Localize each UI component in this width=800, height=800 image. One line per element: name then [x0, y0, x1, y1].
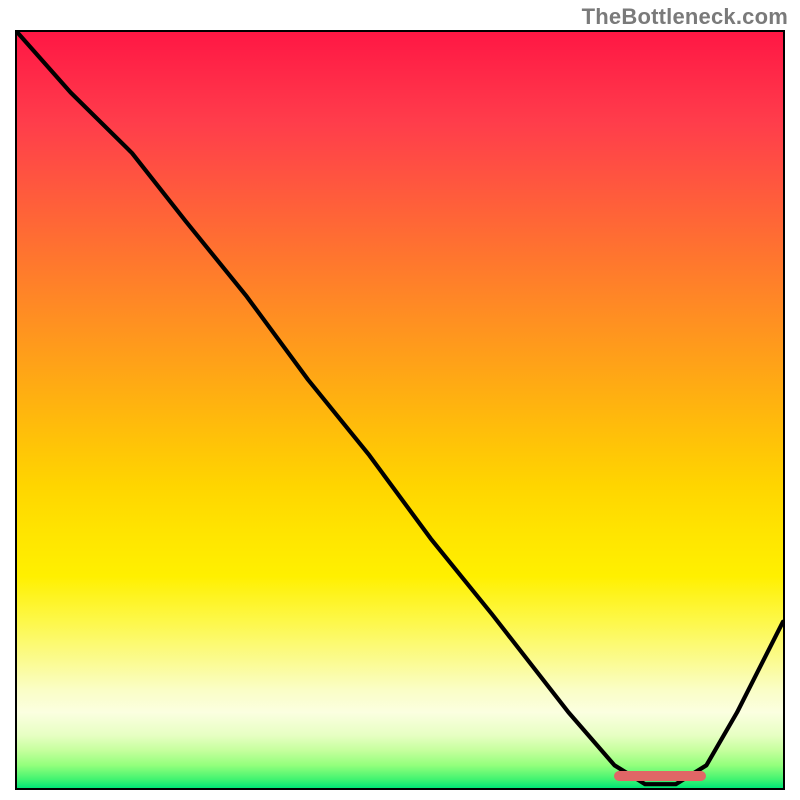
chart-area	[15, 30, 785, 790]
bottleneck-curve	[17, 32, 783, 788]
optimum-band-marker	[614, 771, 706, 781]
watermark-text: TheBottleneck.com	[582, 4, 788, 30]
